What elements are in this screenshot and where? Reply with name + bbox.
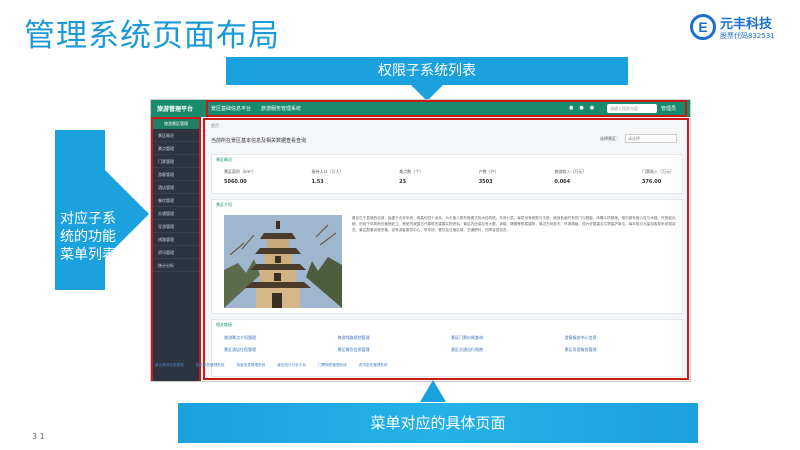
app-brand: 旅游管理平台 (157, 106, 194, 113)
app-screenshot: 旅游管理平台 景区基础信息平台 旅游服务管理系统 ● ● ● 请输入搜索内容 管… (150, 99, 691, 382)
callout-function-menu: 对应子系统的功能菜单列表 (60, 211, 116, 263)
related-link[interactable]: 景区导游服务管理 (565, 347, 675, 353)
pagoda-photo (224, 215, 342, 308)
stat-label: 景区面积（km²） (224, 169, 256, 174)
related-link[interactable]: 景区餐饮信息管理 (338, 347, 448, 353)
menu-item[interactable]: 资讯管理 (153, 246, 199, 259)
footer-link[interactable]: 景区基础信息管理 (155, 363, 184, 368)
stat-value: 0.064 (554, 179, 571, 185)
stat-value: 376.00 (641, 179, 662, 185)
slide-title: 管理系统页面布局 (24, 18, 280, 54)
slide-mark: 3 1 (32, 432, 45, 441)
menu-item[interactable]: 线路管理 (153, 233, 199, 246)
menu-item[interactable]: 餐饮管理 (153, 194, 199, 207)
menu-item[interactable]: 统计分析 (153, 259, 199, 272)
links-panel: 相关链接 旅游景点介绍管理 旅游线路规划管理 景区门票价格查询 游客服务中心信息… (211, 319, 683, 377)
stat-label: 景点数（个） (399, 169, 424, 174)
intro-title: 景区介绍 (216, 202, 232, 207)
intro-panel: 景区介绍 景区位于县城西北部，始建于北宋年间，塔高约四十余米，为平面八角形楼阁式… (211, 199, 683, 314)
callout-page-content: 菜单对应的具体页面 (178, 403, 698, 443)
function-menu: 旅游景区管理 景区概况 景点管理 门票管理 游客管理 酒店管理 餐饮管理 交通管… (151, 117, 201, 381)
company-logo: E 元丰科技 股票代码832531 (690, 10, 790, 44)
callout-bottom-arrow-icon (420, 380, 446, 402)
footer-link[interactable]: 资讯发布管理系统 (359, 363, 388, 368)
sidebar-header: 旅游景区管理 (153, 119, 199, 129)
stat-label: 户数（户） (478, 169, 499, 174)
breadcrumb[interactable]: 首页 (211, 123, 219, 129)
menu-item[interactable]: 门票管理 (153, 155, 199, 168)
menu-item[interactable]: 交通管理 (153, 207, 199, 220)
intro-text: 景区位于县城西北部，始建于北宋年间，塔高约四十余米，为平面八角形楼阁式砖木结构塔… (352, 216, 676, 233)
stats-panel: 景区概况 景区面积（km²） 5060.00 接待人口（万人） 1.53 景点数（个… (211, 154, 683, 194)
stat-item: 旅游收入（万元） 0.064 (554, 169, 586, 185)
footer-link[interactable]: 旅游服务管理系统 (196, 363, 225, 368)
stat-value: 1.53 (311, 179, 324, 185)
page-content: 首页 当前所在景区基本信息及相关数据查看查询 选择景区： 请选择 景区概况 景区… (203, 118, 689, 380)
menu-item[interactable]: 景点管理 (153, 142, 199, 155)
related-link[interactable]: 游客服务中心信息 (565, 335, 675, 341)
menu-item[interactable]: 景区概况 (153, 129, 199, 142)
related-link[interactable]: 旅游线路规划管理 (338, 335, 448, 341)
footer-link[interactable]: 游客信息管理系统 (237, 363, 266, 368)
page-heading: 当前所在景区基本信息及相关数据查看查询 (211, 138, 307, 144)
filter-label: 选择景区： (600, 136, 620, 141)
stat-value: 3503 (478, 179, 493, 185)
stat-item: 接待人口（万人） 1.53 (311, 169, 343, 185)
menu-item[interactable]: 导游管理 (153, 220, 199, 233)
related-link[interactable]: 景区交通出行指南 (451, 347, 561, 353)
stat-value: 23 (399, 179, 407, 185)
logo-name: 元丰科技 (720, 17, 773, 32)
scenic-select[interactable]: 请选择 (625, 134, 677, 143)
links-title: 相关链接 (216, 322, 232, 327)
menu-item[interactable]: 游客管理 (153, 168, 199, 181)
related-link[interactable]: 景区酒店住宿管理 (224, 347, 334, 353)
stat-value: 5060.00 (224, 179, 247, 185)
stat-label: 旅游收入（万元） (554, 169, 587, 174)
menu-item[interactable]: 酒店管理 (153, 181, 199, 194)
callout-permission-subsystems: 权限子系统列表 (226, 57, 628, 85)
footer-link[interactable]: 景区统计分析平台 (277, 363, 306, 368)
stat-item: 景区面积（km²） 5060.00 (224, 169, 256, 185)
stats-title: 景区概况 (216, 157, 232, 162)
stat-label: 门票收入（万元） (641, 169, 674, 174)
footer-links: 景区基础信息管理 旅游服务管理系统 游客信息管理系统 景区统计分析平台 门票销售… (155, 363, 388, 368)
footer-link[interactable]: 门票销售管理系统 (318, 363, 347, 368)
related-link[interactable]: 景区门票价格查询 (451, 335, 561, 341)
related-link[interactable]: 旅游景点介绍管理 (224, 335, 334, 341)
links-grid: 旅游景点介绍管理 旅游线路规划管理 景区门票价格查询 游客服务中心信息 景区酒店… (224, 335, 674, 353)
stat-item: 户数（户） 3503 (479, 169, 499, 185)
stat-label: 接待人口（万人） (311, 169, 344, 174)
highlight-subsystem-list (206, 100, 687, 117)
stat-item: 门票收入（万元） 376.00 (642, 169, 674, 185)
stat-item: 景点数（个） 23 (399, 169, 423, 185)
logo-stock-code: 股票代码832531 (720, 32, 775, 40)
stats-row: 景区面积（km²） 5060.00 接待人口（万人） 1.53 景点数（个） 23 户… (224, 169, 674, 185)
logo-mark-icon: E (690, 14, 716, 40)
